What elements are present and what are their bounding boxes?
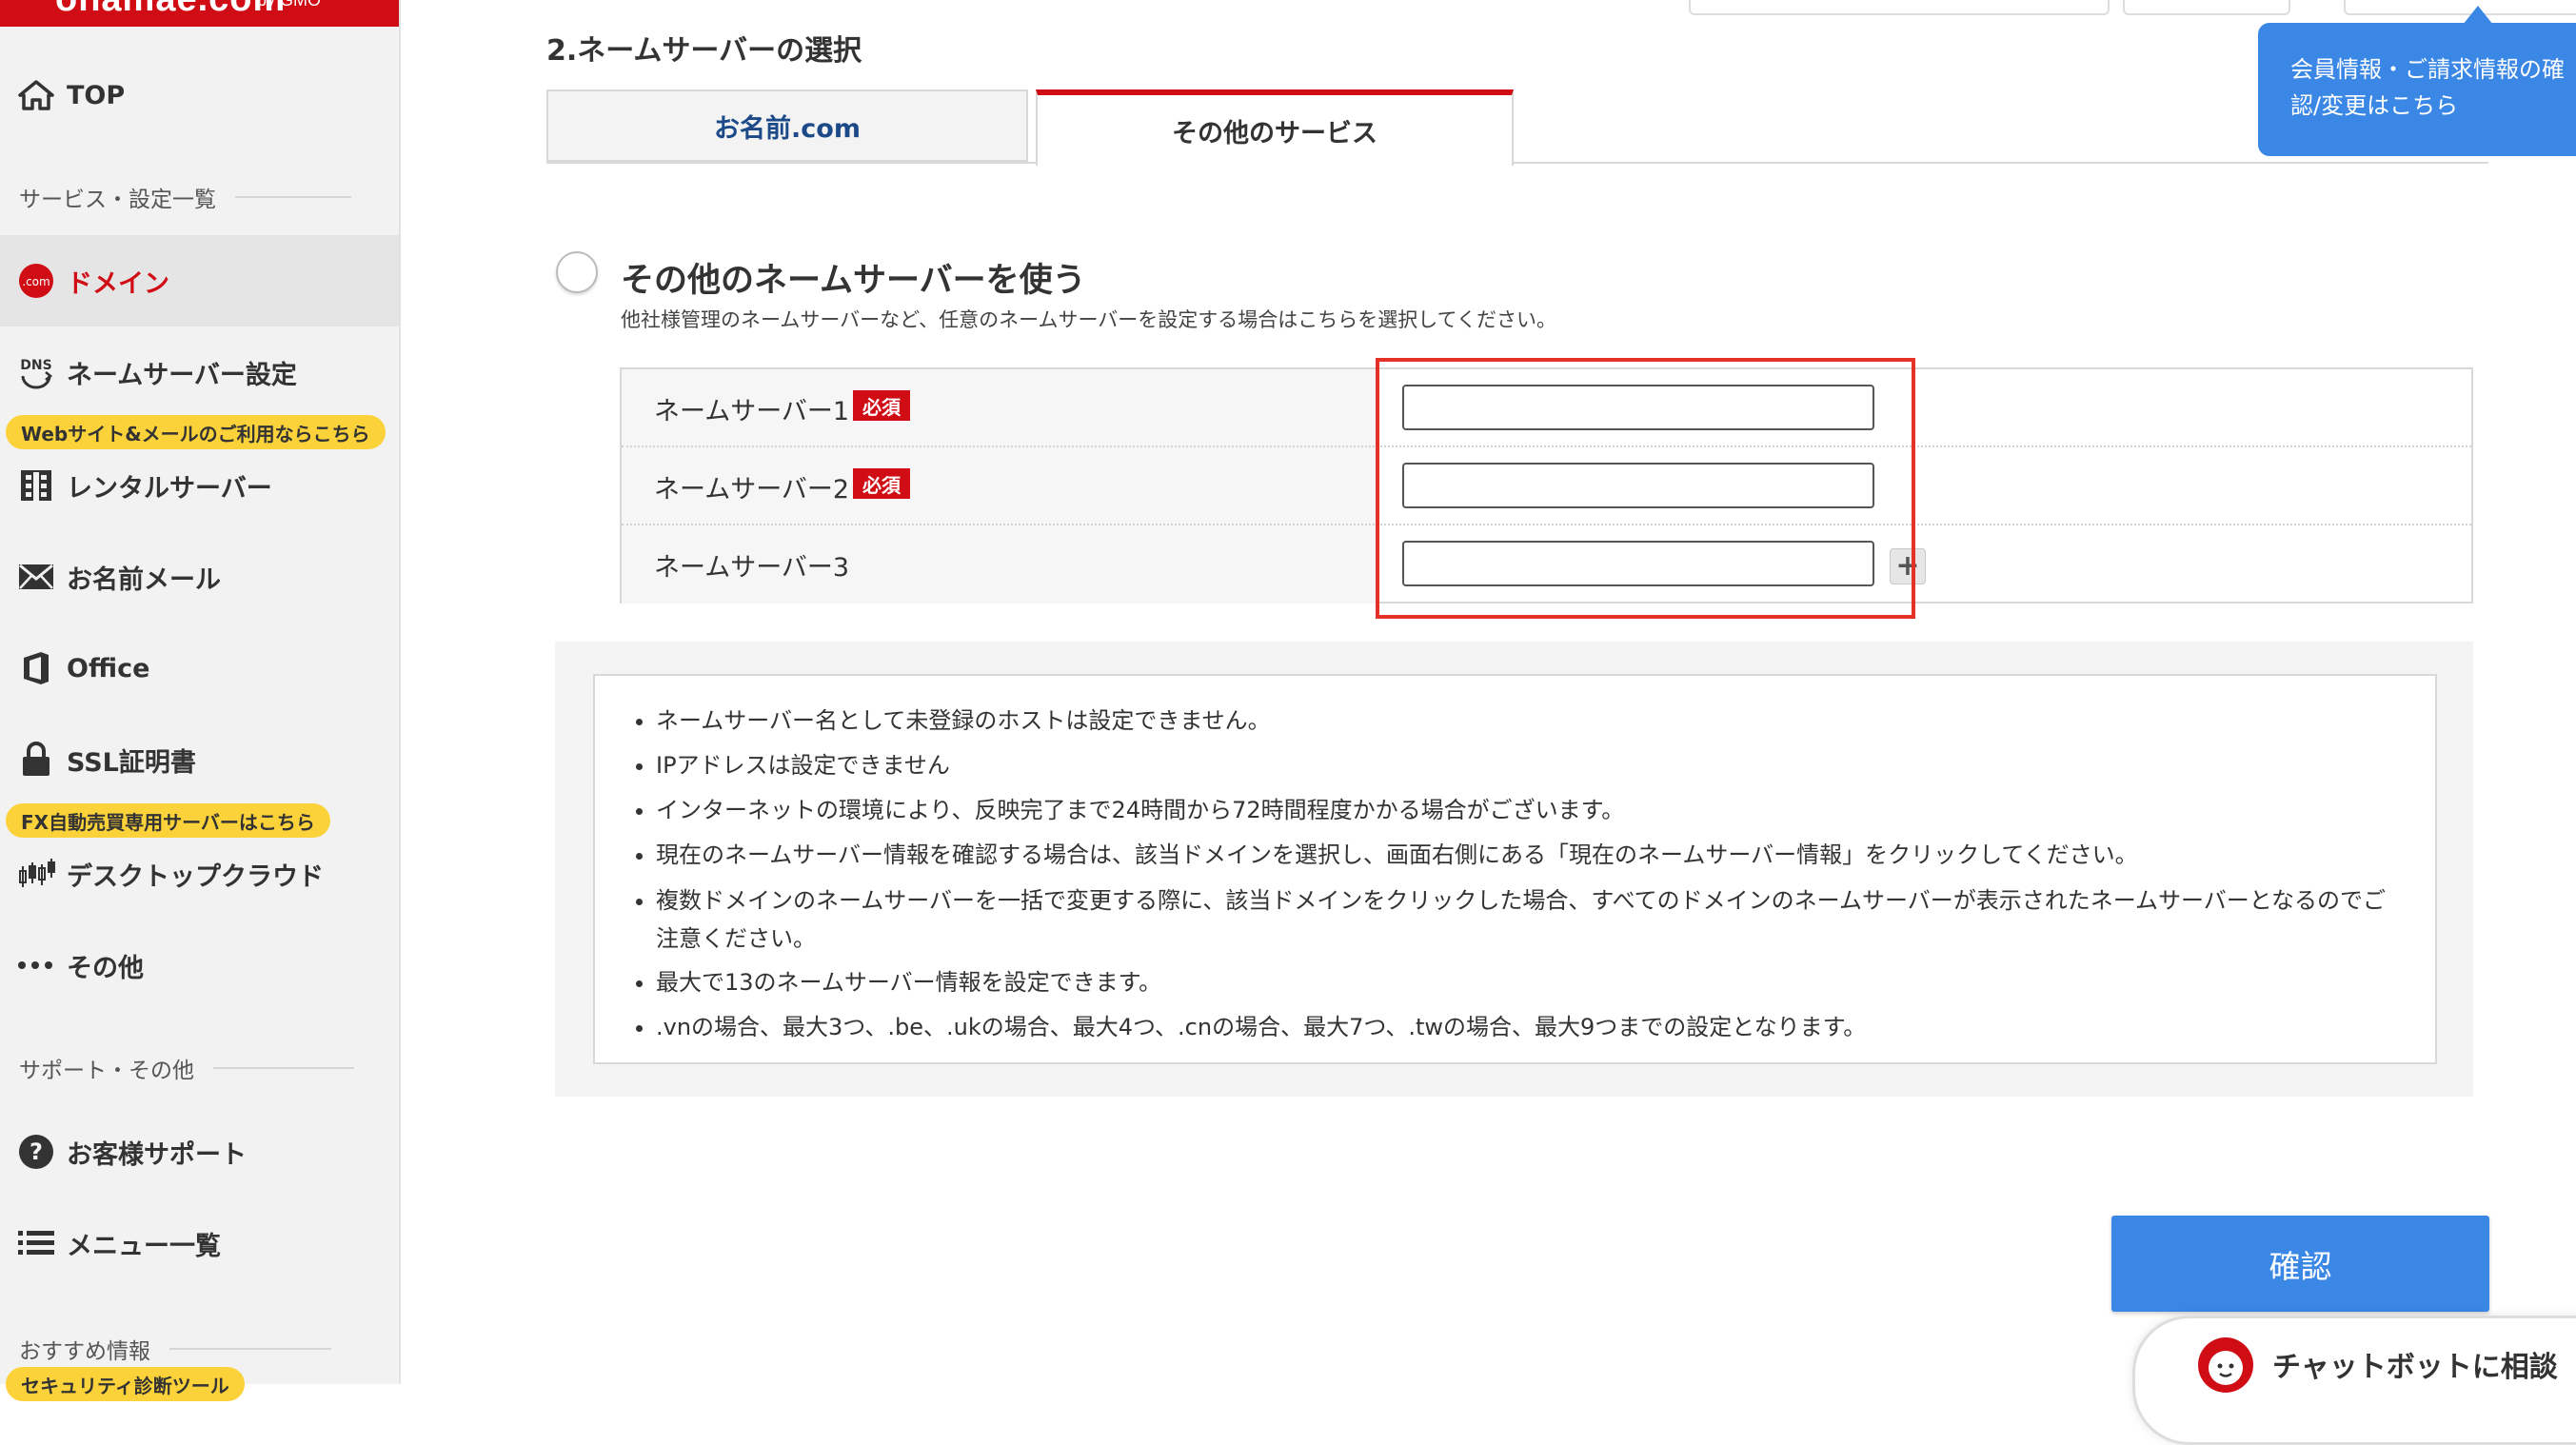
nameserver-label: ネームサーバー3 (654, 553, 850, 583)
confirm-button[interactable]: 確認 (2111, 1216, 2489, 1312)
list-icon (17, 1224, 55, 1262)
option-description: 他社様管理のネームサーバーなど、任意のネームサーバーを設定する場合はこちらを選択… (621, 308, 1557, 331)
more-icon (17, 946, 55, 984)
chart-icon (17, 855, 55, 893)
dns-icon: DNS (17, 353, 55, 391)
chatbot-button[interactable]: チャットボットに相談 (2132, 1316, 2576, 1445)
list-item: 現在のネームサーバー情報を確認する場合は、該当ドメインを選択し、画面右側にある「… (656, 833, 2388, 878)
sidebar-item-label: デスクトップクラウド (67, 861, 324, 892)
header-search-box[interactable] (1689, 0, 2110, 15)
option-title: その他のネームサーバーを使う (621, 262, 1086, 300)
section-title: 2.ネームサーバーの選択 (546, 34, 862, 68)
sidebar-item-label: ドメイン (67, 268, 169, 299)
services-section-label: サービス・設定一覧 (19, 181, 351, 213)
sidebar-item-support[interactable]: ? お客様サポート (0, 1106, 399, 1198)
chatbot-label: チャットボットに相談 (2272, 1351, 2558, 1384)
logo-text: onamae.com (55, 0, 286, 20)
services-label-text: サービス・設定一覧 (19, 188, 216, 212)
header-button[interactable] (2344, 0, 2576, 15)
tab-onamae[interactable]: お名前.com (546, 89, 1028, 162)
office-icon (17, 649, 55, 687)
security-tool-pill[interactable]: セキュリティ診断ツール (6, 1367, 245, 1401)
divider (235, 196, 351, 198)
sidebar-item-menu[interactable]: メニュー一覧 (0, 1198, 399, 1289)
lock-icon (17, 741, 55, 779)
sidebar-item-desktop-cloud[interactable]: デスクトップクラウド (0, 828, 399, 920)
sidebar-item-label: お名前メール (67, 564, 221, 595)
sidebar-item-mail[interactable]: お名前メール (0, 531, 399, 623)
list-item: インターネットの環境により、反映完了まで24時間から72時間程度かかる場合がござ… (656, 788, 2388, 833)
divider (213, 1067, 354, 1069)
notes-box: ネームサーバー名として未登録のホストは設定できません。 IPアドレスは設定できま… (593, 674, 2437, 1064)
sidebar-item-office[interactable]: Office (0, 623, 399, 714)
tooltip-arrow (2463, 6, 2493, 25)
support-label-text: サポート・その他 (19, 1059, 194, 1083)
sidebar-item-domain[interactable]: .com ドメイン (0, 235, 399, 327)
sidebar-item-label: TOP (67, 80, 126, 110)
tooltip-line: 認/変更はこちら (2290, 92, 2459, 119)
home-icon (17, 76, 55, 114)
notes-section: ネームサーバー名として未登録のホストは設定できません。 IPアドレスは設定できま… (555, 642, 2473, 1097)
account-info-tooltip[interactable]: 会員情報・ご請求情報の確 認/変更はこちら (2258, 23, 2576, 156)
required-badge: 必須 (853, 468, 910, 499)
tabs-baseline (546, 162, 2488, 164)
svg-text:DNS: DNS (20, 358, 51, 373)
sidebar-item-nameserver[interactable]: DNS ネームサーバー設定 (0, 327, 399, 418)
sidebar-item-label: Office (67, 653, 150, 683)
input-highlight-box (1376, 358, 1915, 619)
sidebar-item-label: メニュー一覧 (67, 1231, 221, 1261)
recommend-label-text: おすすめ情報 (19, 1339, 150, 1364)
sidebar-item-label: SSL証明書 (67, 747, 196, 778)
sidebar-item-label: その他 (67, 953, 144, 983)
list-item: 複数ドメインのネームサーバーを一括で変更する際に、該当ドメインをクリックした場合… (656, 881, 2388, 958)
sidebar-item-rental-server[interactable]: レンタルサーバー (0, 440, 399, 531)
svg-text:?: ? (30, 1138, 43, 1165)
svg-text:.com: .com (22, 275, 50, 288)
support-section-label: サポート・その他 (19, 1052, 354, 1084)
list-item: 最大で13のネームサーバー情報を設定できます。 (656, 960, 2388, 1005)
notes-list: ネームサーバー名として未登録のホストは設定できません。 IPアドレスは設定できま… (633, 699, 2388, 1050)
logo[interactable]: onamae.com by GMO (0, 0, 399, 27)
tooltip-line: 会員情報・ご請求情報の確 (2290, 56, 2565, 83)
tab-other-service[interactable]: その他のサービス (1036, 89, 1514, 166)
list-item: .vnの場合、最大3つ、.be、.ukの場合、最大4つ、.cnの場合、最大7つ、… (656, 1005, 2388, 1050)
mail-icon (17, 558, 55, 596)
sidebar-item-label: ネームサーバー設定 (67, 360, 297, 390)
sidebar-item-top[interactable]: TOP (0, 49, 399, 141)
help-icon: ? (17, 1133, 55, 1171)
list-item: IPアドレスは設定できません (656, 743, 2388, 788)
logo-sub: by GMO (257, 0, 322, 10)
sidebar: onamae.com by GMO TOP サービス・設定一覧 .com ドメイ… (0, 0, 401, 1401)
other-nameserver-radio[interactable] (556, 251, 598, 293)
required-badge: 必須 (853, 390, 910, 421)
sidebar-item-other[interactable]: その他 (0, 920, 399, 1011)
dotcom-icon: .com (17, 262, 55, 300)
server-icon (17, 466, 55, 505)
nameserver-label: ネームサーバー1 (654, 397, 850, 426)
header-button[interactable] (2123, 0, 2290, 15)
sidebar-item-label: レンタルサーバー (67, 473, 272, 504)
recommend-section-label: おすすめ情報 (19, 1333, 331, 1365)
chatbot-face-icon (2196, 1336, 2255, 1395)
nameserver-label: ネームサーバー2 (654, 475, 850, 505)
sidebar-item-label: お客様サポート (67, 1139, 247, 1170)
sidebar-item-ssl[interactable]: SSL証明書 (0, 714, 399, 805)
list-item: ネームサーバー名として未登録のホストは設定できません。 (656, 699, 2388, 743)
divider (169, 1348, 331, 1350)
